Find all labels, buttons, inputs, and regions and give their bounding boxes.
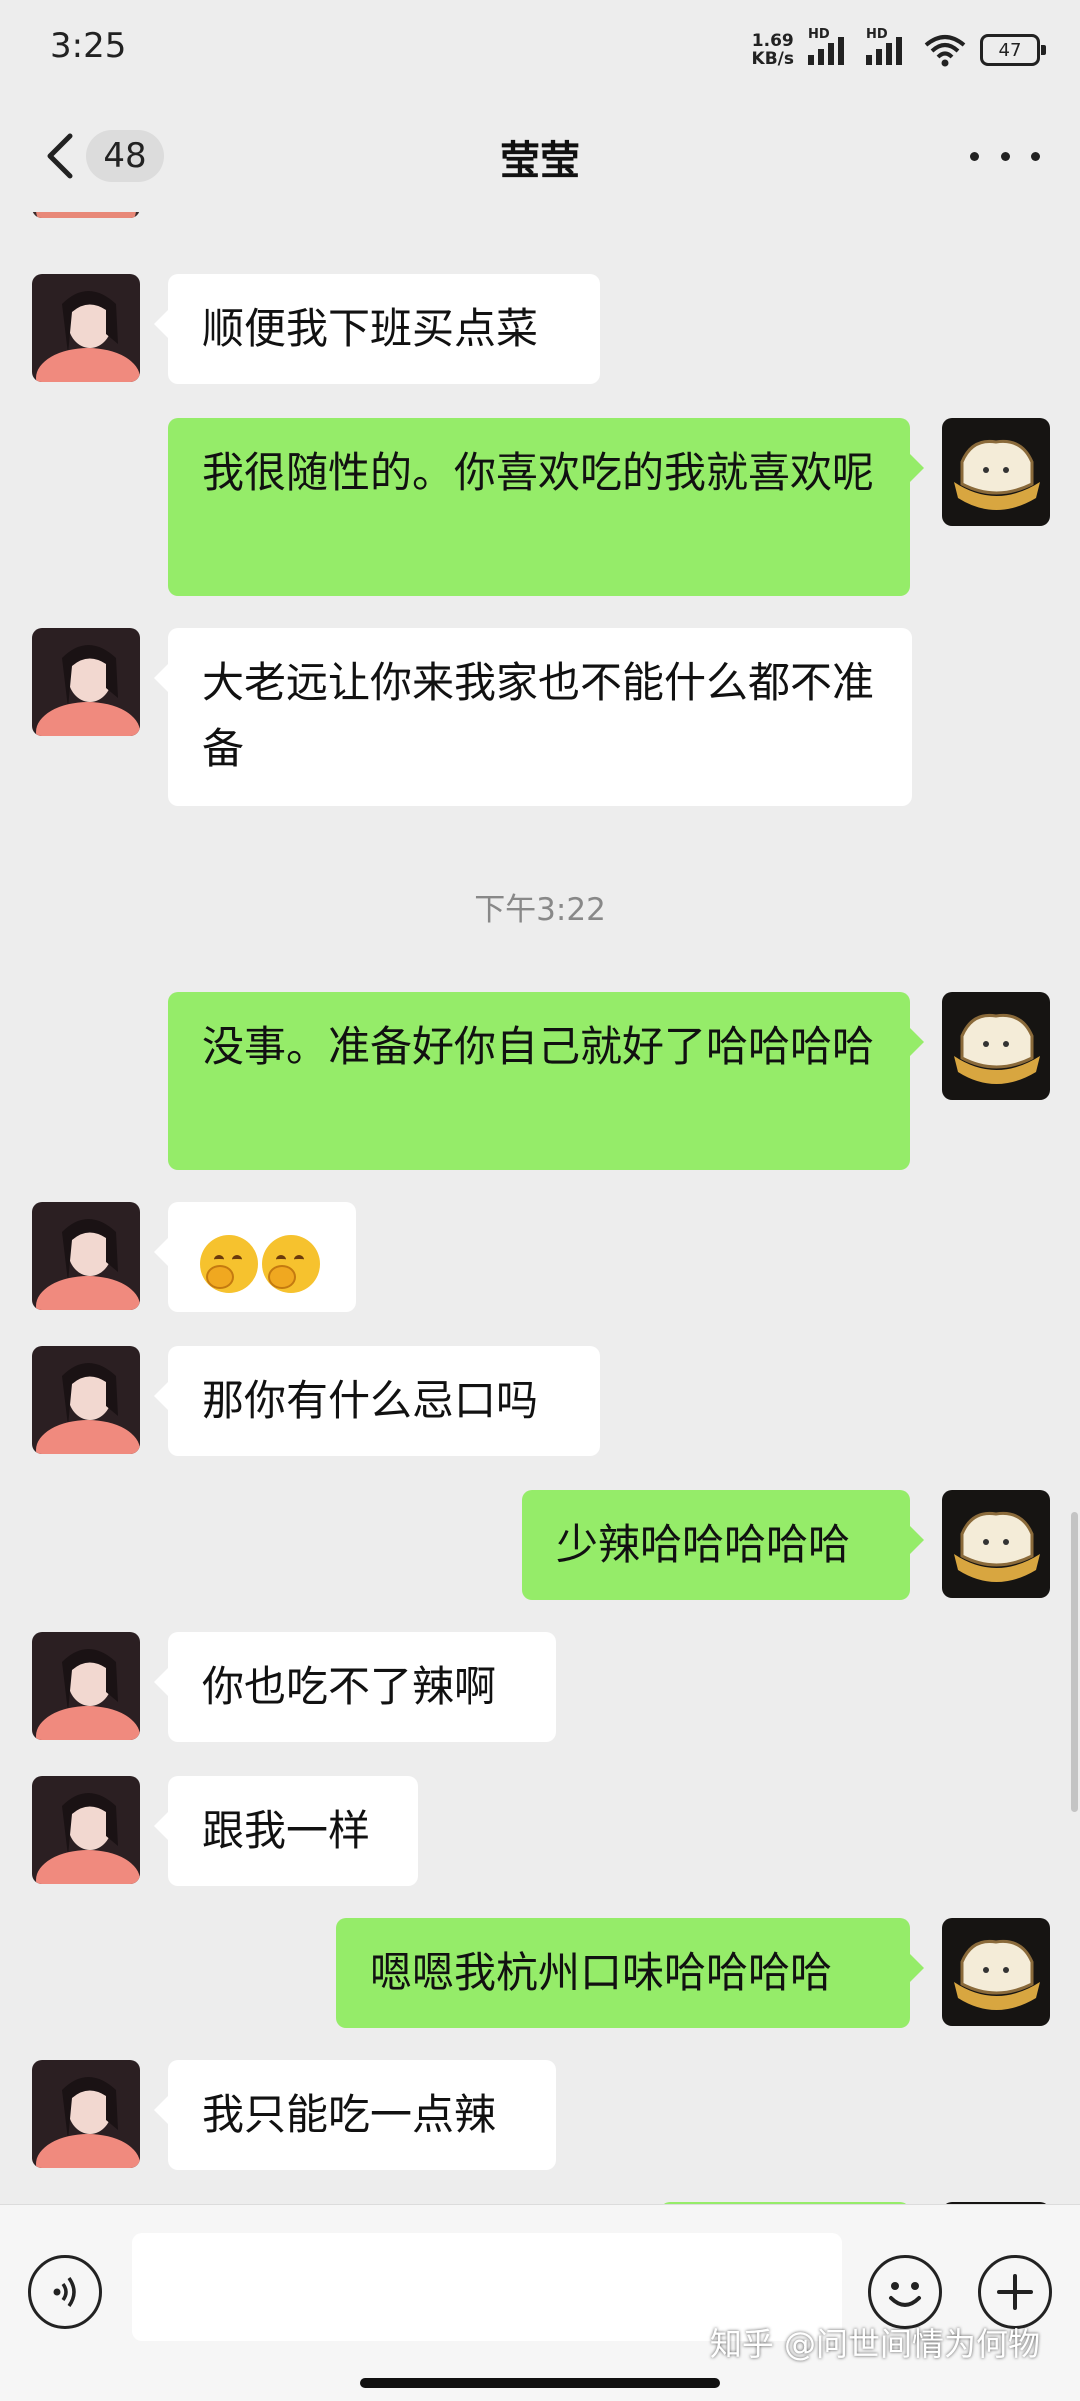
message-list[interactable]: 顺便我下班买点菜 我很随性的。你喜欢吃的我就喜欢呢 大老远让你来我家也不能什么都… [0,212,1080,2204]
voice-icon [53,2276,76,2308]
my-avatar[interactable] [942,992,1050,1100]
contact-avatar[interactable] [32,274,140,382]
watermark-text: 知乎 @问世间情为何物 [709,2325,1040,2363]
voice-input-button[interactable] [28,2255,102,2329]
contact-avatar[interactable] [32,212,140,218]
contact-avatar[interactable] [32,1632,140,1740]
more-options-button[interactable] [970,130,1040,182]
my-avatar[interactable] [942,1918,1050,2026]
incoming-emoji-message[interactable] [154,1202,356,1312]
my-avatar[interactable] [942,1490,1050,1598]
clock: 3:25 [50,26,127,66]
dot-icon [1031,151,1040,161]
contact-avatar[interactable] [32,628,140,736]
home-indicator[interactable] [360,2378,720,2388]
bread-avatar-icon [942,418,1050,526]
chat-title: 莹莹 [500,138,580,184]
outgoing-message[interactable]: 我很随性的。你喜欢吃的我就喜欢呢 [168,418,924,596]
network-speed: 1.69 KB/s [752,32,794,68]
bread-avatar-icon [942,1918,1050,2026]
bread-avatar-icon [942,992,1050,1100]
my-avatar[interactable] [942,418,1050,526]
outgoing-message[interactable]: 嗯嗯我杭州口味哈哈哈哈 [336,1918,924,2028]
network-speed-value: 1.69 [751,31,794,51]
contact-avatar[interactable] [32,1346,140,1454]
emoji-button[interactable] [868,2255,942,2329]
dot-icon [970,151,979,161]
incoming-message[interactable]: 跟我一样 [154,1776,418,1886]
network-speed-unit: KB/s [751,49,794,69]
status-icons: 1.69 KB/s HD HD 47 [752,27,1046,70]
hd-label: HD [808,27,830,42]
plus-icon [997,2274,1033,2310]
outgoing-message[interactable]: 没事。准备好你自己就好了哈哈哈哈 [168,992,924,1170]
contact-avatar[interactable] [32,2060,140,2168]
incoming-message[interactable]: 那你有什么忌口吗 [154,1346,600,1456]
signal-icon-2: HD [866,27,910,65]
incoming-message[interactable]: 大老远让你来我家也不能什么都不准备 [154,628,912,806]
girl-avatar-icon [32,274,140,382]
status-bar: 3:25 1.69 KB/s HD HD 47 [0,0,1080,100]
incoming-message[interactable]: 我只能吃一点辣 [154,2060,556,2170]
girl-avatar-icon [32,628,140,736]
contact-avatar[interactable] [32,1776,140,1884]
wifi-icon [924,35,966,67]
add-attachment-button[interactable] [978,2255,1052,2329]
battery-icon: 47 [980,34,1046,66]
outgoing-message[interactable]: 少辣哈哈哈哈哈 [522,1490,924,1600]
input-bar: 知乎 @问世间情为何物 [0,2204,1080,2401]
incoming-message[interactable]: 顺便我下班买点菜 [154,274,600,384]
dot-icon [1000,151,1010,161]
girl-avatar-icon [32,2060,140,2168]
scrollbar[interactable] [1071,1512,1078,1812]
battery-level: 47 [998,39,1022,61]
girl-avatar-icon [32,1632,140,1740]
contact-avatar[interactable] [32,1202,140,1310]
timestamp-separator: 下午3:22 [474,892,606,928]
girl-avatar-icon [32,1776,140,1884]
bread-avatar-icon [942,1490,1050,1598]
incoming-message[interactable]: 你也吃不了辣啊 [154,1632,556,1742]
smiley-icon [889,2282,921,2307]
girl-avatar-icon [32,1346,140,1454]
signal-icon-1: HD [808,27,852,65]
hugging-face-emoji-icon [200,1234,258,1293]
hugging-face-emoji-icon [262,1234,320,1293]
chat-header: 48 莹莹 [0,100,1080,212]
hd-label: HD [866,27,888,42]
girl-avatar-icon [32,1202,140,1310]
